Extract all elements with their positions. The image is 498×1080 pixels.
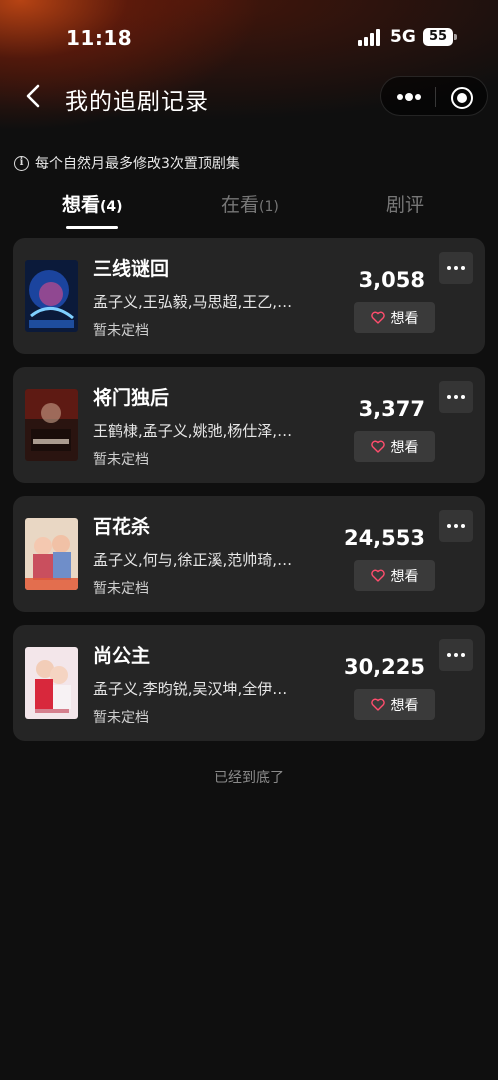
end-of-list-text: 已经到底了 [214,770,284,786]
poster-image [25,389,78,461]
want-count: 30,225 [343,655,425,679]
signal-icon [358,29,382,46]
network-type: 5G [390,27,416,47]
want-to-watch-button[interactable]: 想看 [354,431,435,462]
drama-card[interactable]: 将门独后 王鹤棣,孟子义,姚弛,杨仕泽,… 暂未定档 3,377 想看 [13,367,485,483]
want-to-watch-button[interactable]: 想看 [354,302,435,333]
tab-label: 剧评 [386,194,425,216]
drama-card[interactable]: 三线谜回 孟子义,王弘毅,马思超,王乙,… 暂未定档 3,058 想看 [13,238,485,354]
battery-cap [454,34,457,40]
poster-image [25,260,78,332]
heart-icon [370,569,385,582]
tab-label: 想看 [62,194,101,216]
tab-watching[interactable]: 在看(1) [221,190,279,217]
tab-label: 在看 [221,194,260,216]
button-label: 想看 [390,439,419,456]
release-status: 暂未定档 [93,452,149,468]
status-time: 11:18 [66,26,133,50]
more-button[interactable] [439,639,473,671]
drama-title: 百花杀 [93,516,151,538]
more-options-icon[interactable] [395,88,423,106]
notice-text: 每个自然月最多修改3次置顶剧集 [35,156,240,172]
heart-icon [370,698,385,711]
notice-bar: i 每个自然月最多修改3次置顶剧集 [14,153,240,173]
page-title: 我的追剧记录 [65,89,209,115]
heart-icon [370,311,385,324]
poster-image [25,647,78,719]
want-to-watch-button[interactable]: 想看 [354,560,435,591]
heart-icon [370,440,385,453]
tab-reviews[interactable]: 剧评 [386,190,424,217]
want-count: 24,553 [343,526,425,550]
page: 11:18 5G 55 我的追剧记录 i 每个自然月最多修改3次置顶剧集 想看(… [0,0,498,1080]
back-button[interactable] [18,80,50,112]
capsule-divider [435,87,436,107]
info-icon: i [14,155,29,171]
release-status: 暂未定档 [93,323,149,339]
tab-count: (1) [259,199,279,215]
more-button[interactable] [439,510,473,542]
tab-count: (4) [100,199,123,215]
battery-icon: 55 [423,28,453,46]
drama-card[interactable]: 尚公主 孟子义,李昀锐,吴汉坤,全伊… 暂未定档 30,225 想看 [13,625,485,741]
chevron-left-icon [26,84,40,108]
drama-cast: 孟子义,王弘毅,马思超,王乙,… [93,293,293,311]
poster-image [25,518,78,590]
drama-card[interactable]: 百花杀 孟子义,何与,徐正溪,范帅琦,… 暂未定档 24,553 想看 [13,496,485,612]
more-button[interactable] [439,252,473,284]
drama-title: 将门独后 [93,387,170,409]
drama-title: 尚公主 [93,645,151,667]
release-status: 暂未定档 [93,710,149,726]
drama-title: 三线谜回 [93,258,170,280]
drama-cast: 孟子义,何与,徐正溪,范帅琦,… [93,551,293,569]
status-bar: 11:18 5G 55 [0,0,498,74]
want-count: 3,377 [358,397,425,421]
close-mini-program-icon[interactable] [451,87,473,109]
more-button[interactable] [439,381,473,413]
button-label: 想看 [390,568,419,585]
release-status: 暂未定档 [93,581,149,597]
want-count: 3,058 [358,268,425,292]
active-tab-indicator [66,226,118,229]
tab-want-to-watch[interactable]: 想看(4) [62,190,123,217]
button-label: 想看 [390,697,419,714]
button-label: 想看 [390,310,419,327]
mini-program-capsule [380,76,488,116]
drama-cast: 孟子义,李昀锐,吴汉坤,全伊… [93,680,288,698]
drama-cast: 王鹤棣,孟子义,姚弛,杨仕泽,… [93,422,293,440]
want-to-watch-button[interactable]: 想看 [354,689,435,720]
